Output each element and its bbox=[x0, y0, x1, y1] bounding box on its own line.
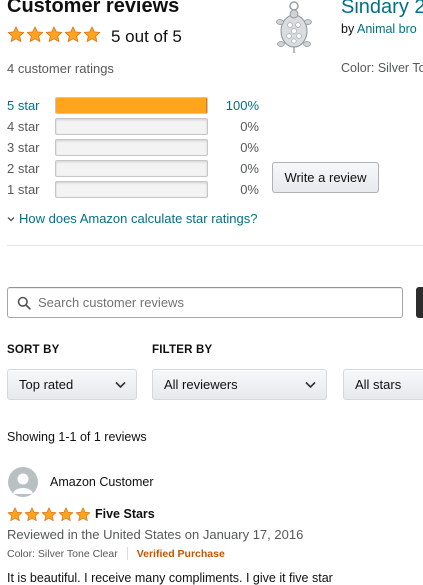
ratings-count: 4 customer ratings bbox=[7, 61, 114, 76]
brand-link[interactable]: Animal bro bbox=[357, 22, 417, 36]
star-icon bbox=[58, 507, 74, 522]
star-icon bbox=[7, 26, 25, 42]
histogram-percent: 0% bbox=[240, 118, 259, 134]
stars-filter-dropdown[interactable]: All stars bbox=[343, 369, 423, 400]
search-icon bbox=[17, 296, 31, 310]
review-title[interactable]: Five Stars bbox=[95, 507, 155, 521]
average-stars bbox=[7, 26, 102, 48]
star-icon bbox=[7, 507, 23, 522]
stars-selected: All stars bbox=[355, 377, 402, 392]
reviewer-name[interactable]: Amazon Customer bbox=[50, 475, 154, 489]
calc-ratings-label: How does Amazon calculate star ratings? bbox=[19, 211, 258, 226]
chevron-down-icon bbox=[115, 381, 126, 389]
byline-prefix: by bbox=[341, 22, 357, 36]
histogram-star-label[interactable]: 5 star bbox=[7, 98, 55, 113]
avatar bbox=[8, 467, 38, 497]
star-icon bbox=[75, 507, 91, 522]
sort-label: SORT BY bbox=[7, 344, 60, 356]
search-input[interactable] bbox=[38, 295, 378, 310]
histogram-star-label: 4 star bbox=[7, 118, 40, 134]
histogram-bar bbox=[55, 96, 208, 114]
search-button[interactable] bbox=[416, 287, 423, 318]
review-color: Color: Silver Tone Clear bbox=[7, 547, 118, 560]
product-title-link[interactable]: Sindary 2 bbox=[341, 0, 423, 19]
star-icon bbox=[64, 26, 82, 42]
star-icon bbox=[26, 26, 44, 42]
write-review-button[interactable]: Write a review bbox=[272, 162, 379, 193]
star-icon bbox=[41, 507, 57, 522]
histogram-bar bbox=[55, 159, 208, 177]
review-stars[interactable] bbox=[7, 507, 92, 522]
page-title: Customer reviews bbox=[7, 0, 180, 17]
histogram-row: 2 star 0% bbox=[7, 159, 259, 177]
product-byline: by Animal bro bbox=[341, 22, 417, 36]
histogram-bar bbox=[55, 138, 208, 156]
histogram-row[interactable]: 5 star 100% bbox=[7, 96, 259, 114]
histogram-bar bbox=[55, 180, 208, 198]
average-rating: 5 out of 5 bbox=[7, 26, 182, 48]
histogram-row: 1 star 0% bbox=[7, 180, 259, 198]
histogram-star-label: 2 star bbox=[7, 160, 40, 176]
review-body: It is beautiful. I receive many complime… bbox=[7, 571, 333, 585]
reviewers-selected: All reviewers bbox=[164, 377, 238, 392]
histogram-star-label: 3 star bbox=[7, 139, 40, 155]
histogram-percent: 0% bbox=[240, 139, 259, 155]
sort-dropdown[interactable]: Top rated bbox=[7, 369, 137, 400]
star-icon bbox=[83, 26, 101, 42]
histogram-percent: 0% bbox=[240, 160, 259, 176]
histogram-percent[interactable]: 100% bbox=[208, 98, 259, 113]
filter-label: FILTER BY bbox=[152, 344, 213, 356]
meta-separator bbox=[126, 547, 128, 560]
histogram-star-label: 1 star bbox=[7, 181, 40, 197]
divider bbox=[7, 245, 423, 246]
product-thumbnail[interactable] bbox=[273, 0, 315, 56]
verified-purchase-badge: Verified Purchase bbox=[136, 547, 225, 560]
chevron-down-icon bbox=[7, 216, 15, 221]
histogram-row: 3 star 0% bbox=[7, 138, 259, 156]
review-date: Reviewed in the United States on January… bbox=[7, 527, 304, 542]
showing-count: Showing 1-1 of 1 reviews bbox=[7, 430, 147, 444]
average-rating-text: 5 out of 5 bbox=[111, 27, 182, 46]
histogram-percent: 0% bbox=[240, 181, 259, 197]
calc-ratings-link[interactable]: How does Amazon calculate star ratings? bbox=[7, 211, 257, 226]
review-meta: Color: Silver Tone Clear Verified Purcha… bbox=[7, 547, 225, 560]
histogram-bar bbox=[55, 117, 208, 135]
product-color: Color: Silver To bbox=[341, 61, 423, 75]
sort-selected: Top rated bbox=[19, 377, 74, 392]
star-icon bbox=[45, 26, 63, 42]
histogram-bar-fill bbox=[56, 97, 207, 113]
reviewers-filter-dropdown[interactable]: All reviewers bbox=[152, 369, 327, 400]
chevron-down-icon bbox=[305, 381, 316, 389]
star-icon bbox=[24, 507, 40, 522]
search-box[interactable] bbox=[7, 287, 403, 318]
histogram-row: 4 star 0% bbox=[7, 117, 259, 135]
